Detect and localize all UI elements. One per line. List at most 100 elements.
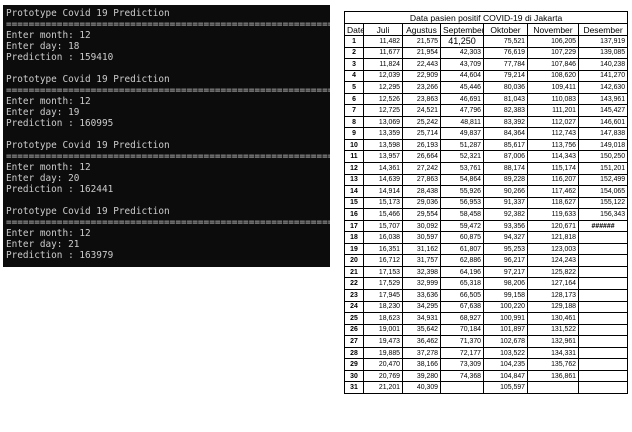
value-cell[interactable]: 21,575: [402, 35, 441, 48]
value-cell[interactable]: [577, 381, 629, 394]
value-cell[interactable]: [577, 289, 629, 302]
date-cell[interactable]: 31: [344, 381, 364, 394]
value-cell[interactable]: 105,597: [483, 381, 528, 394]
date-cell[interactable]: 1: [344, 35, 364, 48]
value-cell[interactable]: 49,837: [440, 127, 484, 140]
value-cell[interactable]: 38,166: [402, 358, 441, 371]
value-cell[interactable]: 97,217: [483, 265, 528, 279]
value-cell[interactable]: 104,235: [483, 358, 528, 371]
value-cell[interactable]: 128,173: [527, 289, 579, 302]
value-cell[interactable]: 116,207: [527, 173, 579, 187]
date-cell[interactable]: 28: [344, 346, 364, 360]
value-cell[interactable]: 29,554: [402, 208, 441, 221]
value-cell[interactable]: 101,897: [483, 323, 528, 337]
value-cell[interactable]: 66,505: [440, 289, 484, 302]
column-header[interactable]: September: [440, 23, 484, 36]
value-cell[interactable]: 27,863: [402, 173, 441, 187]
value-cell[interactable]: 60,875: [440, 231, 484, 244]
date-cell[interactable]: 15: [344, 196, 364, 210]
value-cell[interactable]: 112,743: [527, 127, 579, 140]
value-cell[interactable]: 137,919: [577, 35, 629, 48]
value-cell[interactable]: 32,398: [402, 265, 441, 279]
value-cell[interactable]: 17,945: [363, 289, 403, 302]
value-cell[interactable]: 155,122: [577, 196, 629, 210]
value-cell[interactable]: 72,177: [440, 346, 484, 360]
date-cell[interactable]: 18: [344, 231, 364, 244]
value-cell[interactable]: 31,162: [402, 242, 441, 256]
value-cell[interactable]: 46,691: [440, 92, 484, 106]
value-cell[interactable]: 42,303: [440, 46, 484, 60]
value-cell[interactable]: 20,769: [363, 369, 403, 383]
date-cell[interactable]: 21: [344, 265, 364, 279]
column-header[interactable]: Agustus: [402, 23, 441, 36]
value-cell[interactable]: 58,458: [440, 208, 484, 221]
value-cell[interactable]: 25,242: [402, 115, 441, 129]
value-cell[interactable]: 12,725: [363, 104, 403, 117]
value-cell[interactable]: 130,461: [527, 312, 579, 325]
value-cell[interactable]: 17,153: [363, 265, 403, 279]
value-cell[interactable]: 88,174: [483, 162, 528, 175]
value-cell[interactable]: [440, 381, 484, 394]
value-cell[interactable]: [577, 231, 629, 244]
value-cell[interactable]: 27,242: [402, 162, 441, 175]
value-cell[interactable]: 34,931: [402, 312, 441, 325]
value-cell[interactable]: 47,796: [440, 104, 484, 117]
value-cell[interactable]: 94,327: [483, 231, 528, 244]
value-cell[interactable]: 39,280: [402, 369, 441, 383]
date-cell[interactable]: 29: [344, 358, 364, 371]
value-cell[interactable]: 110,083: [527, 92, 579, 106]
value-cell[interactable]: 141,270: [577, 69, 629, 83]
column-header[interactable]: Oktober: [483, 23, 528, 36]
value-cell[interactable]: 77,784: [483, 58, 528, 71]
value-cell[interactable]: 100,220: [483, 300, 528, 314]
value-cell[interactable]: 21,201: [363, 381, 403, 394]
value-cell[interactable]: 150,250: [577, 150, 629, 163]
value-cell[interactable]: 108,620: [527, 69, 579, 83]
value-cell[interactable]: 20,470: [363, 358, 403, 371]
value-cell[interactable]: 124,243: [527, 254, 579, 267]
value-cell[interactable]: 17,529: [363, 277, 403, 291]
value-cell[interactable]: 16,712: [363, 254, 403, 267]
value-cell[interactable]: 75,521: [483, 35, 528, 48]
value-cell[interactable]: 22,443: [402, 58, 441, 71]
date-cell[interactable]: 10: [344, 138, 364, 152]
value-cell[interactable]: 135,762: [527, 358, 579, 371]
value-cell[interactable]: 30,597: [402, 231, 441, 244]
value-cell[interactable]: 15,466: [363, 208, 403, 221]
column-header[interactable]: November: [527, 23, 579, 36]
value-cell[interactable]: 31,757: [402, 254, 441, 267]
value-cell[interactable]: 12,295: [363, 81, 403, 94]
date-cell[interactable]: 23: [344, 289, 364, 302]
value-cell[interactable]: 129,188: [527, 300, 579, 314]
value-cell[interactable]: [577, 254, 629, 267]
value-cell[interactable]: 95,253: [483, 242, 528, 256]
value-cell[interactable]: 12,526: [363, 92, 403, 106]
date-cell[interactable]: 16: [344, 208, 364, 221]
value-cell[interactable]: 12,039: [363, 69, 403, 83]
value-cell[interactable]: 125,822: [527, 265, 579, 279]
value-cell[interactable]: 134,331: [527, 346, 579, 360]
value-cell[interactable]: 19,473: [363, 335, 403, 348]
value-cell[interactable]: 35,642: [402, 323, 441, 337]
value-cell[interactable]: 102,678: [483, 335, 528, 348]
value-cell[interactable]: 82,383: [483, 104, 528, 117]
value-cell[interactable]: 67,638: [440, 300, 484, 314]
value-cell[interactable]: 43,709: [440, 58, 484, 71]
value-cell[interactable]: 96,217: [483, 254, 528, 267]
value-cell[interactable]: 55,926: [440, 185, 484, 198]
date-cell[interactable]: 17: [344, 219, 364, 233]
value-cell[interactable]: 146,601: [577, 115, 629, 129]
value-cell[interactable]: 98,206: [483, 277, 528, 291]
value-cell[interactable]: [577, 335, 629, 348]
value-cell[interactable]: 16,351: [363, 242, 403, 256]
value-cell[interactable]: 87,006: [483, 150, 528, 163]
value-cell[interactable]: 109,411: [527, 81, 579, 94]
date-cell[interactable]: 4: [344, 69, 364, 83]
value-cell[interactable]: 52,321: [440, 150, 484, 163]
value-cell[interactable]: 13,957: [363, 150, 403, 163]
value-cell[interactable]: 53,761: [440, 162, 484, 175]
date-cell[interactable]: 20: [344, 254, 364, 267]
value-cell[interactable]: 14,914: [363, 185, 403, 198]
value-cell[interactable]: 21,954: [402, 46, 441, 60]
value-cell[interactable]: [577, 242, 629, 256]
